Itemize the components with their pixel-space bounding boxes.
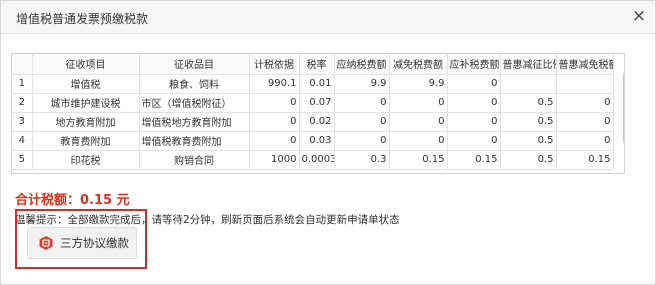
table-row[interactable]: 1 增值税 粮食、饲料 990.1 0.01 9.9 9.9 0 [12, 74, 614, 94]
column-header: 计税依据 [249, 54, 300, 75]
cell-reduction-ratio: 0.5 [500, 112, 557, 132]
column-header: 普惠减征比例 [500, 54, 557, 75]
table-row[interactable]: 2 城市维护建设税 市区（增值税附征） 0 0.07 0 0 0 0.5 0 [12, 93, 614, 113]
table-vertical-scrollbar[interactable] [623, 55, 624, 173]
cell-tax-basis: 0 [249, 112, 300, 132]
cell-tax-payable: 0 [334, 93, 390, 113]
close-icon[interactable]: × [631, 6, 647, 26]
cell-tax-basis: 0 [249, 131, 300, 151]
cell-tax-rate: 0.0003 [299, 150, 335, 170]
cell-tax-due: 0 [447, 131, 501, 151]
cell-tax-exempt: 0 [389, 93, 448, 113]
cell-levy-item: 增值税 [32, 74, 140, 94]
cell-tax-basis: 1000 [249, 150, 300, 170]
row-number: 1 [12, 74, 33, 94]
column-header: 应纳税费额 [334, 54, 390, 75]
cell-reduction-ratio: 0.5 [500, 150, 557, 170]
cell-tax-payable: 0 [334, 131, 390, 151]
pay-button-label: 三方协议缴款 [60, 236, 129, 250]
cell-tax-exempt: 9.9 [389, 74, 448, 94]
cell-levy-subitem: 增值税教育费附加 [139, 131, 250, 151]
cell-tax-due: 0 [447, 112, 501, 132]
cell-tax-payable: 9.9 [334, 74, 390, 94]
cell-tax-rate: 0.02 [299, 112, 335, 132]
row-number: 3 [12, 112, 33, 132]
cell-reduction-amount: 0.15 [556, 150, 614, 170]
cell-reduction-amount [556, 74, 614, 94]
column-header: 税率 [299, 54, 335, 75]
cell-levy-item: 城市维护建设税 [32, 93, 140, 113]
cell-tax-exempt: 0 [389, 131, 448, 151]
row-number: 5 [12, 150, 33, 170]
cell-tax-exempt: 0.15 [389, 150, 448, 170]
cell-reduction-ratio: 0.5 [500, 131, 557, 151]
column-header: 应补税费额 [447, 54, 501, 75]
cell-reduction-ratio [500, 74, 557, 94]
table-row[interactable]: 3 地方教育附加 增值税地方教育附加 0 0.02 0 0 0 0.5 0 [12, 112, 614, 132]
table-header-row: 征收项目 征收品目 计税依据 税率 应纳税费额 减免税费额 应补税费额 普惠减征… [12, 54, 614, 75]
scrollbar-thumb[interactable] [623, 73, 624, 143]
cell-levy-subitem: 增值税地方教育附加 [139, 112, 250, 132]
cell-tax-due: 0 [447, 74, 501, 94]
cell-tax-payable: 0 [334, 112, 390, 132]
cell-levy-item: 地方教育附加 [32, 112, 140, 132]
row-number: 2 [12, 93, 33, 113]
cell-levy-subitem: 市区（增值税附征） [139, 93, 250, 113]
cell-reduction-amount: 0 [556, 112, 614, 132]
cell-levy-subitem: 购销合同 [139, 150, 250, 170]
cell-tax-rate: 0.03 [299, 131, 335, 151]
cell-tax-payable: 0.3 [334, 150, 390, 170]
cell-tax-rate: 0.01 [299, 74, 335, 94]
total-tax-amount: 合计税额：0.15 元 [15, 193, 130, 208]
cell-levy-item: 教育费附加 [32, 131, 140, 151]
cell-reduction-ratio: 0.5 [500, 93, 557, 113]
tax-payment-icon [39, 236, 53, 250]
cell-reduction-amount: 0 [556, 131, 614, 151]
cell-reduction-amount: 0 [556, 93, 614, 113]
column-header [12, 54, 33, 75]
cell-tax-exempt: 0 [389, 112, 448, 132]
cell-tax-rate: 0.07 [299, 93, 335, 113]
cell-levy-item: 印花税 [32, 150, 140, 170]
third-party-agreement-pay-button[interactable]: 三方协议缴款 [27, 227, 137, 259]
cell-tax-basis: 990.1 [249, 74, 300, 94]
column-header: 减免税费额 [389, 54, 448, 75]
table-row[interactable]: 4 教育费附加 增值税教育费附加 0 0.03 0 0 0 0.5 0 [12, 131, 614, 151]
tax-table: 征收项目 征收品目 计税依据 税率 应纳税费额 减免税费额 应补税费额 普惠减征… [11, 53, 625, 174]
dialog-title: 增值税普通发票预缴税款 [16, 12, 149, 26]
column-header: 普惠减免税额 [556, 54, 614, 75]
cell-tax-basis: 0 [249, 93, 300, 113]
dialog: 增值税普通发票预缴税款 × 征收项目 征收品目 计税依据 税率 应纳税费额 减免… [0, 0, 656, 285]
column-header: 征收项目 [32, 54, 140, 75]
table-row[interactable]: 5 印花税 购销合同 1000 0.0003 0.3 0.15 0.15 0.5… [12, 150, 614, 170]
dialog-titlebar: 增值税普通发票预缴税款 × [1, 1, 655, 34]
column-header: 征收品目 [139, 54, 250, 75]
cell-tax-due: 0 [447, 93, 501, 113]
row-number: 4 [12, 131, 33, 151]
cell-levy-subitem: 粮食、饲料 [139, 74, 250, 94]
cell-tax-due: 0.15 [447, 150, 501, 170]
